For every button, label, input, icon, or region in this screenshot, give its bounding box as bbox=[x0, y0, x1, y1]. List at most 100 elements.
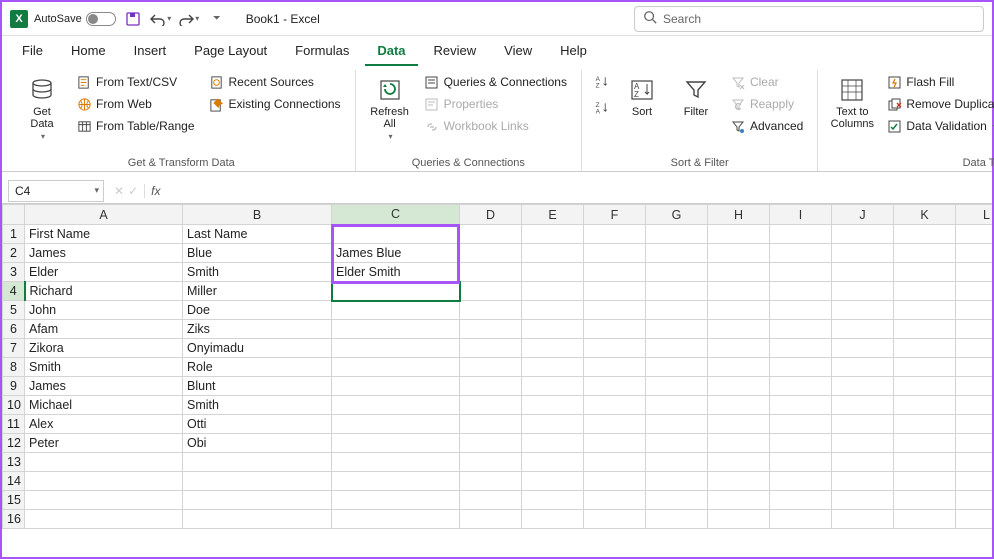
cell-I2[interactable] bbox=[770, 244, 832, 263]
cell-L6[interactable] bbox=[956, 320, 993, 339]
cell-K1[interactable] bbox=[894, 225, 956, 244]
cell-J6[interactable] bbox=[832, 320, 894, 339]
cell-E12[interactable] bbox=[522, 434, 584, 453]
cell-L10[interactable] bbox=[956, 396, 993, 415]
cell-C3[interactable]: Elder Smith bbox=[332, 263, 460, 282]
cell-E11[interactable] bbox=[522, 415, 584, 434]
redo-button[interactable]: ▾ bbox=[178, 8, 200, 30]
from-text-csv-button[interactable]: From Text/CSV bbox=[72, 72, 199, 92]
cell-E8[interactable] bbox=[522, 358, 584, 377]
cell-G11[interactable] bbox=[646, 415, 708, 434]
cell-G16[interactable] bbox=[646, 510, 708, 529]
cell-H16[interactable] bbox=[708, 510, 770, 529]
row-header[interactable]: 1 bbox=[3, 225, 25, 244]
tab-help[interactable]: Help bbox=[548, 37, 599, 66]
spreadsheet-grid[interactable]: ABCDEFGHIJKL 1First NameLast Name2JamesB… bbox=[2, 204, 992, 544]
cell-I7[interactable] bbox=[770, 339, 832, 358]
cell-G14[interactable] bbox=[646, 472, 708, 491]
cell-B7[interactable]: Onyimadu bbox=[183, 339, 332, 358]
cell-G7[interactable] bbox=[646, 339, 708, 358]
cell-F14[interactable] bbox=[584, 472, 646, 491]
cell-C7[interactable] bbox=[332, 339, 460, 358]
flash-fill-button[interactable]: Flash Fill bbox=[882, 72, 994, 92]
cell-B16[interactable] bbox=[183, 510, 332, 529]
cell-H8[interactable] bbox=[708, 358, 770, 377]
cell-A16[interactable] bbox=[25, 510, 183, 529]
row-header[interactable]: 13 bbox=[3, 453, 25, 472]
cell-F10[interactable] bbox=[584, 396, 646, 415]
cell-I14[interactable] bbox=[770, 472, 832, 491]
col-header-A[interactable]: A bbox=[25, 205, 183, 225]
col-header-D[interactable]: D bbox=[460, 205, 522, 225]
cell-L14[interactable] bbox=[956, 472, 993, 491]
cell-C1[interactable] bbox=[332, 225, 460, 244]
cell-J13[interactable] bbox=[832, 453, 894, 472]
cell-C2[interactable]: James Blue bbox=[332, 244, 460, 263]
cell-E10[interactable] bbox=[522, 396, 584, 415]
cell-L8[interactable] bbox=[956, 358, 993, 377]
cell-G1[interactable] bbox=[646, 225, 708, 244]
cell-J15[interactable] bbox=[832, 491, 894, 510]
cell-F5[interactable] bbox=[584, 301, 646, 320]
cell-B9[interactable]: Blunt bbox=[183, 377, 332, 396]
cell-J10[interactable] bbox=[832, 396, 894, 415]
cell-A15[interactable] bbox=[25, 491, 183, 510]
cell-B11[interactable]: Otti bbox=[183, 415, 332, 434]
cell-L9[interactable] bbox=[956, 377, 993, 396]
cell-B8[interactable]: Role bbox=[183, 358, 332, 377]
cell-L4[interactable] bbox=[956, 282, 993, 301]
cell-I5[interactable] bbox=[770, 301, 832, 320]
cell-A13[interactable] bbox=[25, 453, 183, 472]
tab-view[interactable]: View bbox=[492, 37, 544, 66]
cell-A10[interactable]: Michael bbox=[25, 396, 183, 415]
row-header[interactable]: 8 bbox=[3, 358, 25, 377]
row-header[interactable]: 15 bbox=[3, 491, 25, 510]
cell-L3[interactable] bbox=[956, 263, 993, 282]
row-header[interactable]: 4 bbox=[3, 282, 25, 301]
cell-D13[interactable] bbox=[460, 453, 522, 472]
cell-G10[interactable] bbox=[646, 396, 708, 415]
cell-K16[interactable] bbox=[894, 510, 956, 529]
sort-desc-button[interactable]: ZA bbox=[592, 98, 612, 118]
tab-page-layout[interactable]: Page Layout bbox=[182, 37, 279, 66]
col-header-E[interactable]: E bbox=[522, 205, 584, 225]
cell-J11[interactable] bbox=[832, 415, 894, 434]
cell-F7[interactable] bbox=[584, 339, 646, 358]
fx-icon[interactable]: fx bbox=[145, 184, 166, 198]
cell-D16[interactable] bbox=[460, 510, 522, 529]
cell-A1[interactable]: First Name bbox=[25, 225, 183, 244]
cell-D5[interactable] bbox=[460, 301, 522, 320]
row-header[interactable]: 5 bbox=[3, 301, 25, 320]
cell-K13[interactable] bbox=[894, 453, 956, 472]
cell-H4[interactable] bbox=[708, 282, 770, 301]
cell-F2[interactable] bbox=[584, 244, 646, 263]
cell-D2[interactable] bbox=[460, 244, 522, 263]
cell-K15[interactable] bbox=[894, 491, 956, 510]
cell-C9[interactable] bbox=[332, 377, 460, 396]
autosave-control[interactable]: AutoSave bbox=[34, 12, 116, 26]
cell-F4[interactable] bbox=[584, 282, 646, 301]
cell-J5[interactable] bbox=[832, 301, 894, 320]
cell-C15[interactable] bbox=[332, 491, 460, 510]
cell-F12[interactable] bbox=[584, 434, 646, 453]
cell-E14[interactable] bbox=[522, 472, 584, 491]
text-to-columns-button[interactable]: Text to Columns bbox=[828, 72, 876, 134]
cell-A8[interactable]: Smith bbox=[25, 358, 183, 377]
cell-L5[interactable] bbox=[956, 301, 993, 320]
cell-I6[interactable] bbox=[770, 320, 832, 339]
cell-B15[interactable] bbox=[183, 491, 332, 510]
cell-K8[interactable] bbox=[894, 358, 956, 377]
cell-B6[interactable]: Ziks bbox=[183, 320, 332, 339]
cell-J9[interactable] bbox=[832, 377, 894, 396]
search-input[interactable]: Search bbox=[634, 6, 984, 32]
row-header[interactable]: 12 bbox=[3, 434, 25, 453]
cell-J1[interactable] bbox=[832, 225, 894, 244]
cell-A5[interactable]: John bbox=[25, 301, 183, 320]
cell-K10[interactable] bbox=[894, 396, 956, 415]
row-header[interactable]: 14 bbox=[3, 472, 25, 491]
cell-K6[interactable] bbox=[894, 320, 956, 339]
cell-G4[interactable] bbox=[646, 282, 708, 301]
cell-D10[interactable] bbox=[460, 396, 522, 415]
cell-F8[interactable] bbox=[584, 358, 646, 377]
row-header[interactable]: 10 bbox=[3, 396, 25, 415]
